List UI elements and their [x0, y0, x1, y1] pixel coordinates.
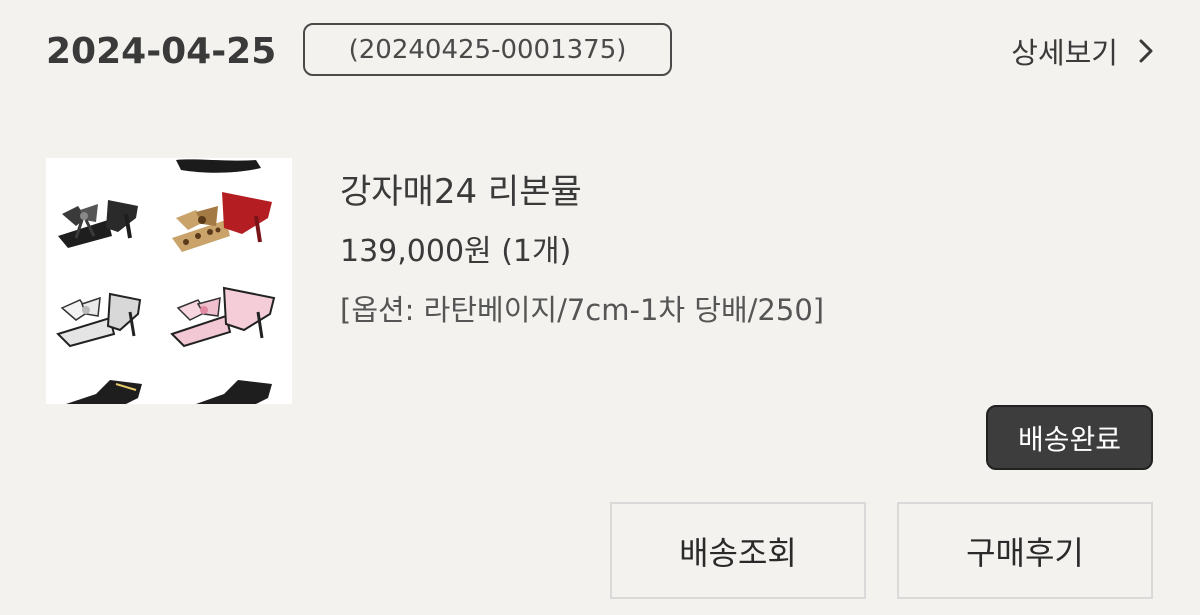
track-delivery-label: 배송조회: [679, 533, 797, 572]
product-name[interactable]: 강자매24 리본뮬: [340, 164, 582, 213]
status-badge: 배송완료: [986, 405, 1153, 470]
order-number: (20240425-0001375): [348, 34, 627, 65]
track-delivery-button[interactable]: 배송조회: [610, 502, 866, 599]
chevron-right-icon: [1139, 39, 1153, 63]
product-option: [옵션: 라탄베이지/7cm-1차 당배/250]: [340, 293, 825, 327]
order-date: 2024-04-25: [46, 31, 277, 72]
order-number-badge: (20240425-0001375): [303, 23, 672, 76]
detail-link-label: 상세보기: [1011, 36, 1118, 70]
write-review-label: 구매후기: [966, 533, 1084, 572]
write-review-button[interactable]: 구매후기: [897, 502, 1153, 599]
product-thumbnail[interactable]: [46, 158, 292, 404]
product-price: 139,000원 (1개): [340, 234, 572, 269]
detail-link[interactable]: 상세보기: [1011, 30, 1160, 72]
sandals-product-image: [46, 158, 292, 404]
status-label: 배송완료: [1017, 422, 1122, 456]
